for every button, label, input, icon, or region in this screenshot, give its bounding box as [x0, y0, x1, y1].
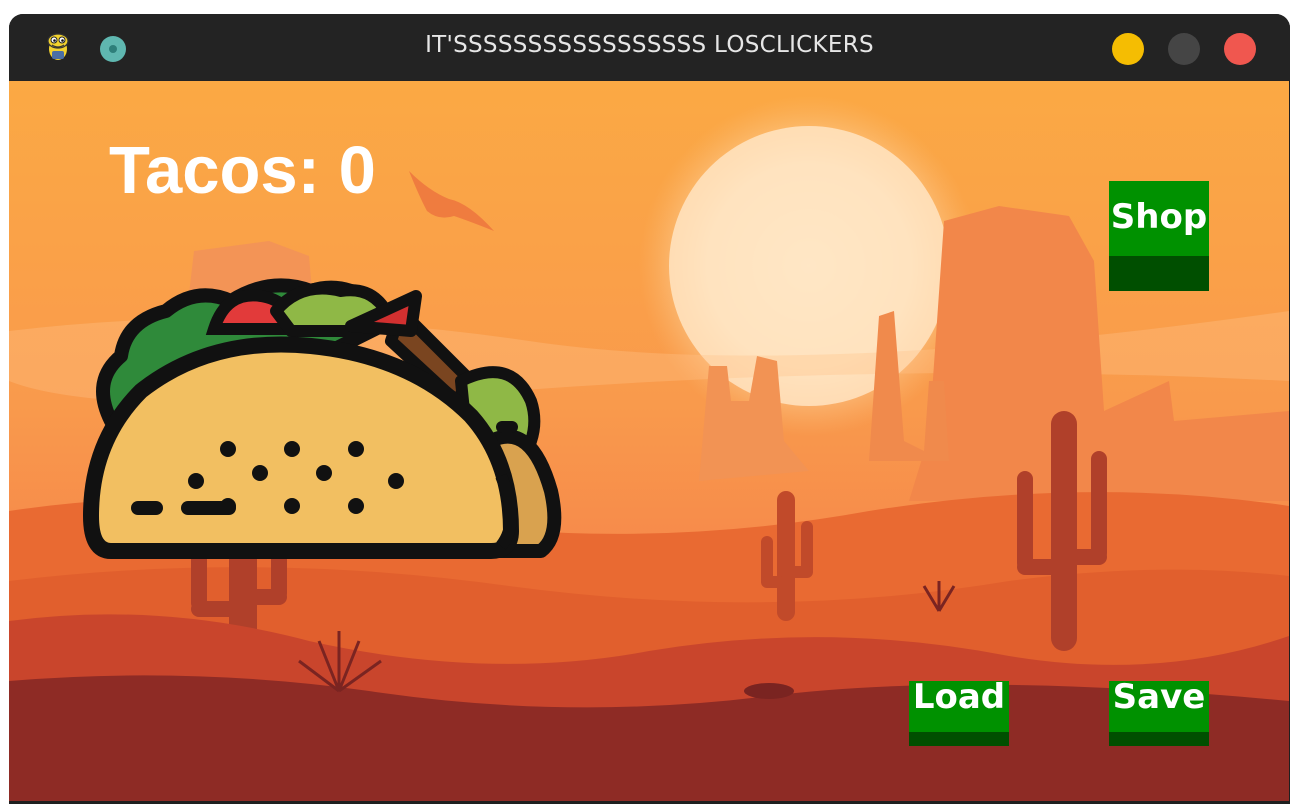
game-canvas: Tacos: 0 Shop Load Save — [9, 81, 1289, 801]
window-title: IT'SSSSSSSSSSSSSSSSS LOSCLICKERS — [425, 32, 874, 58]
taco-icon[interactable] — [71, 261, 571, 566]
shop-button[interactable]: Shop — [1109, 181, 1209, 291]
maximize-button[interactable] — [1168, 33, 1200, 65]
title-bar: IT'SSSSSSSSSSSSSSSSS LOSCLICKERS — [9, 14, 1290, 81]
close-button[interactable] — [1224, 33, 1256, 65]
shop-button-label: Shop — [1110, 197, 1208, 237]
save-button[interactable]: Save — [1109, 677, 1209, 746]
load-button-shade — [909, 732, 1009, 746]
load-button-label: Load — [912, 677, 1006, 717]
load-button[interactable]: Load — [909, 677, 1009, 746]
shop-button-shade — [1109, 256, 1209, 291]
save-button-label: Save — [1112, 677, 1206, 717]
app-window: IT'SSSSSSSSSSSSSSSSS LOSCLICKERS Tacos: … — [9, 14, 1290, 804]
save-button-shade — [1109, 732, 1209, 746]
taco-score-label: Tacos: 0 — [109, 133, 376, 208]
minimize-button[interactable] — [1112, 33, 1144, 65]
